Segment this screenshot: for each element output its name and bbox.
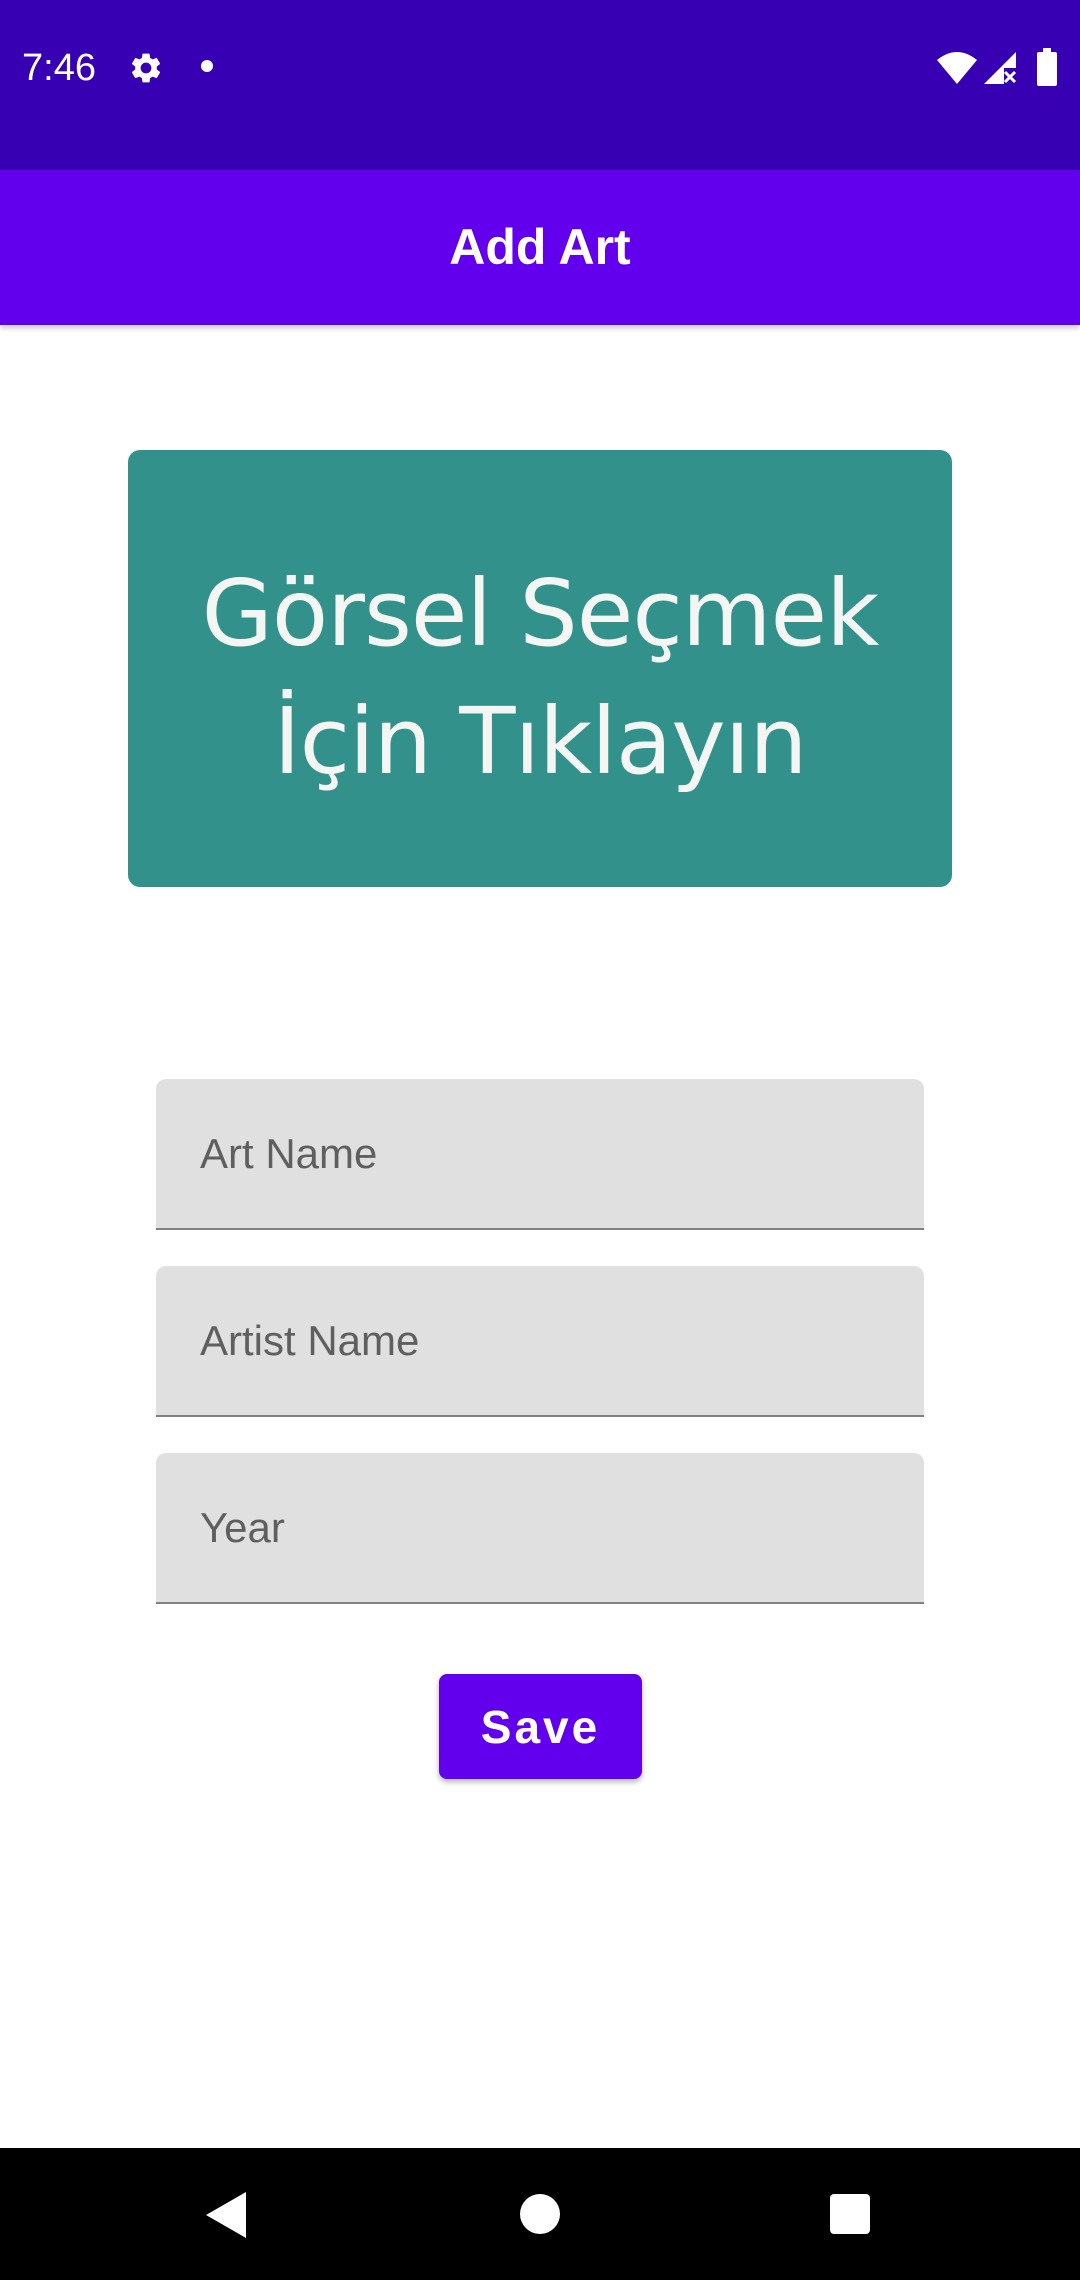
image-picker-label-line1: Görsel Seçmek [201,560,880,667]
image-picker[interactable]: Görsel Seçmek İçin Tıklayın [128,450,952,887]
gear-icon [131,53,161,83]
art-name-input[interactable] [156,1079,924,1228]
save-button[interactable]: Save [439,1674,642,1779]
artist-name-input[interactable] [156,1266,924,1415]
notification-dot-icon [201,60,213,72]
status-bar: 7:46 [0,0,1080,170]
image-picker-label-line2: İçin Tıklayın [273,688,807,795]
back-icon[interactable] [204,2190,248,2240]
art-name-field[interactable] [156,1079,924,1230]
app-bar: Add Art [0,170,1080,325]
home-icon[interactable] [519,2193,561,2235]
page-title: Add Art [449,219,631,275]
status-time: 7:46 [22,47,96,89]
battery-icon [1037,48,1057,86]
year-field[interactable] [156,1453,924,1604]
recents-icon[interactable] [829,2193,871,2235]
artist-name-field[interactable] [156,1266,924,1417]
signal-icon [984,52,1017,84]
wifi-icon [937,52,977,84]
year-input[interactable] [156,1453,924,1602]
navigation-bar [0,2148,1080,2280]
image-picker-label: Görsel Seçmek İçin Tıklayın [128,550,952,806]
